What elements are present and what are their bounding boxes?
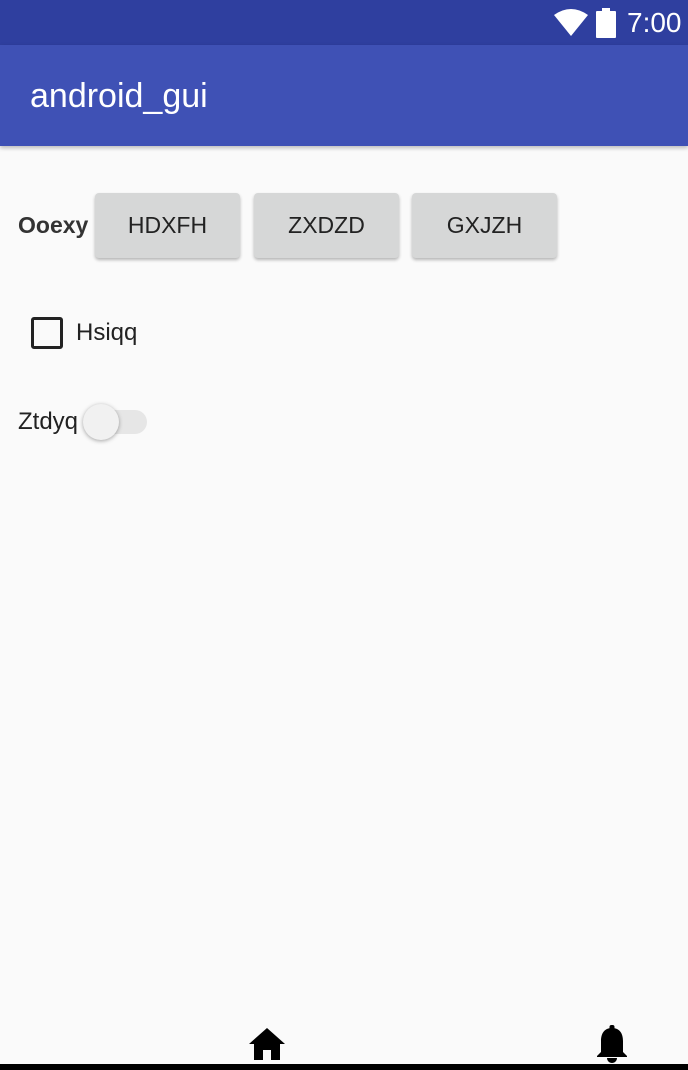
status-bar: 7:00 <box>0 0 688 45</box>
gxjzh-button[interactable]: GXJZH <box>412 193 557 258</box>
zxdzd-button[interactable]: ZXDZD <box>254 193 399 258</box>
app-bar: android_gui <box>0 45 688 146</box>
home-icon[interactable] <box>248 1027 286 1061</box>
wifi-icon <box>554 9 588 36</box>
ztdyq-switch-thumb[interactable] <box>83 404 119 440</box>
status-time: 7:00 <box>627 7 682 38</box>
row-label: Ooexy <box>18 212 89 238</box>
battery-icon <box>596 8 616 38</box>
hdxfh-button[interactable]: HDXFH <box>95 193 240 258</box>
switch-label: Ztdyq <box>18 408 79 435</box>
system-nav-bar-edge <box>0 1064 688 1070</box>
app-title: android_gui <box>30 77 208 115</box>
checkbox-label[interactable]: Hsiqq <box>76 317 137 349</box>
bell-icon[interactable] <box>596 1025 628 1063</box>
hsiqq-checkbox[interactable] <box>31 317 63 349</box>
